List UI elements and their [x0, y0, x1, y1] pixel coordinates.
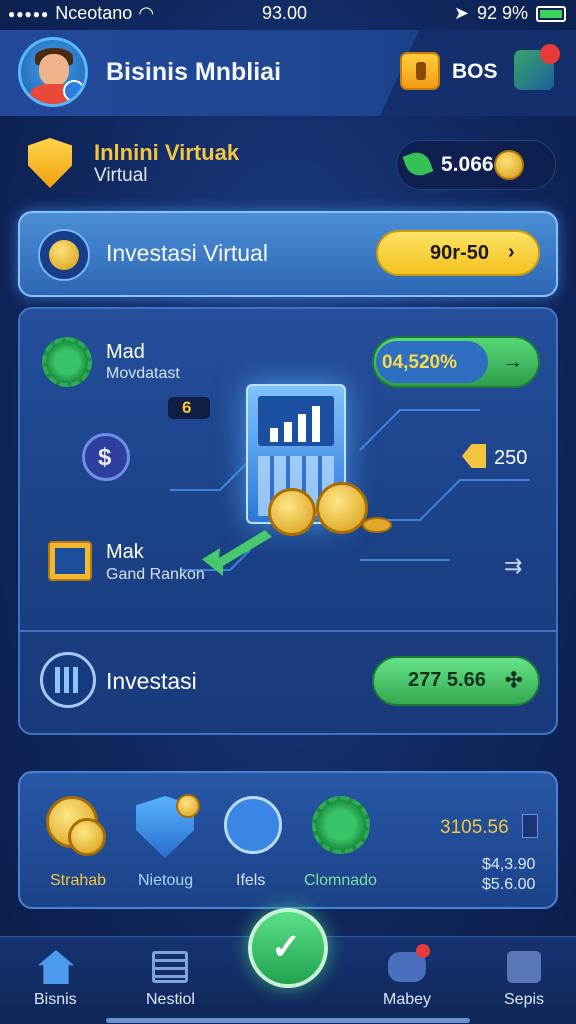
divider — [20, 630, 556, 632]
reward-value: $5.6.00 — [482, 876, 536, 893]
battery-icon — [536, 5, 566, 22]
gift-icon[interactable] — [400, 52, 440, 90]
status-bar: ●●●●● Nceotano ◠ 93.00 ➤ 92 9% — [0, 0, 576, 28]
avatar[interactable] — [18, 37, 88, 107]
item-mak-subtitle: Gand Rankon — [106, 566, 205, 583]
item-mad-subtitle: Movdatast — [106, 365, 180, 382]
move-icon: ✣ — [505, 669, 523, 692]
reward-value: $4,3.90 — [482, 856, 536, 873]
nav-item-mabey[interactable]: Mabey — [383, 991, 431, 1009]
share-icon[interactable]: ⇉ — [504, 553, 522, 579]
dollar-coin-icon — [38, 229, 90, 281]
gear-dollar-icon[interactable] — [312, 796, 370, 854]
notification-pin-icon — [540, 44, 560, 64]
bar-chart-icon — [40, 652, 96, 708]
coin-icon — [494, 150, 524, 180]
map-icon[interactable] — [514, 44, 560, 90]
chart-board-icon — [48, 541, 92, 581]
virtual-title: Inlnini Virtuak — [94, 140, 240, 165]
investasi-value: 277 5.66 — [408, 669, 486, 691]
chevron-right-icon: › — [508, 241, 515, 263]
reward-label: Clomnado — [304, 872, 377, 889]
invest-virtual-value: 90r-50 — [430, 242, 489, 264]
coin-icon — [316, 482, 368, 534]
carrier-label: Nceotano — [55, 3, 133, 23]
settings-icon[interactable] — [507, 951, 541, 983]
location-icon: ➤ — [453, 3, 469, 23]
balance-value: 5.066 — [441, 153, 494, 176]
reward-label: Nietoug — [138, 872, 194, 889]
total-indicator — [522, 814, 538, 838]
percent-value: 04,520% — [382, 352, 458, 373]
dollar-exchange-icon[interactable]: $ — [82, 433, 130, 481]
coin-stack-icon — [362, 517, 392, 533]
gear-dollar-icon — [42, 337, 92, 387]
notification-dot — [416, 944, 430, 958]
item-mak-title: Mak — [106, 541, 144, 563]
reward-label: Strahab — [50, 872, 107, 889]
coin-icon — [176, 794, 200, 818]
clock-icon[interactable] — [224, 796, 282, 854]
tag-value: 250 — [494, 447, 528, 469]
arrow-right-icon: → — [502, 350, 523, 373]
investasi-label: Investasi — [106, 668, 197, 694]
check-icon: ✓ — [271, 926, 302, 967]
check-action-button[interactable]: ✓ — [248, 908, 328, 988]
coin-icon — [268, 488, 316, 536]
reward-total: 3105.56 — [440, 817, 509, 838]
shield-icon — [28, 138, 72, 188]
reward-label: Ifels — [236, 872, 266, 889]
gift-label: BOS — [452, 60, 498, 83]
nav-item-bisnis[interactable]: Bisnis — [34, 991, 77, 1009]
mini-badge-value: 6 — [182, 398, 192, 417]
virtual-subtitle: Virtual — [94, 165, 148, 186]
list-icon[interactable] — [152, 951, 188, 983]
home-indicator — [106, 1018, 470, 1023]
avatar-badge-icon — [63, 80, 85, 102]
page-title: Bisinis Mnbliai — [106, 58, 282, 86]
clock: 93.00 — [262, 3, 308, 23]
invest-virtual-label: Investasi Virtual — [106, 240, 268, 266]
coin-icon — [68, 818, 106, 856]
battery-percent: 92 9% — [476, 3, 528, 23]
nav-item-nestiol[interactable]: Nestiol — [146, 991, 195, 1009]
wifi-icon: ◠ — [138, 3, 155, 23]
item-mad-title: Mad — [106, 341, 145, 363]
nav-item-sepis[interactable]: Sepis — [504, 991, 544, 1009]
signal-icon: ●●●●● — [8, 6, 50, 21]
